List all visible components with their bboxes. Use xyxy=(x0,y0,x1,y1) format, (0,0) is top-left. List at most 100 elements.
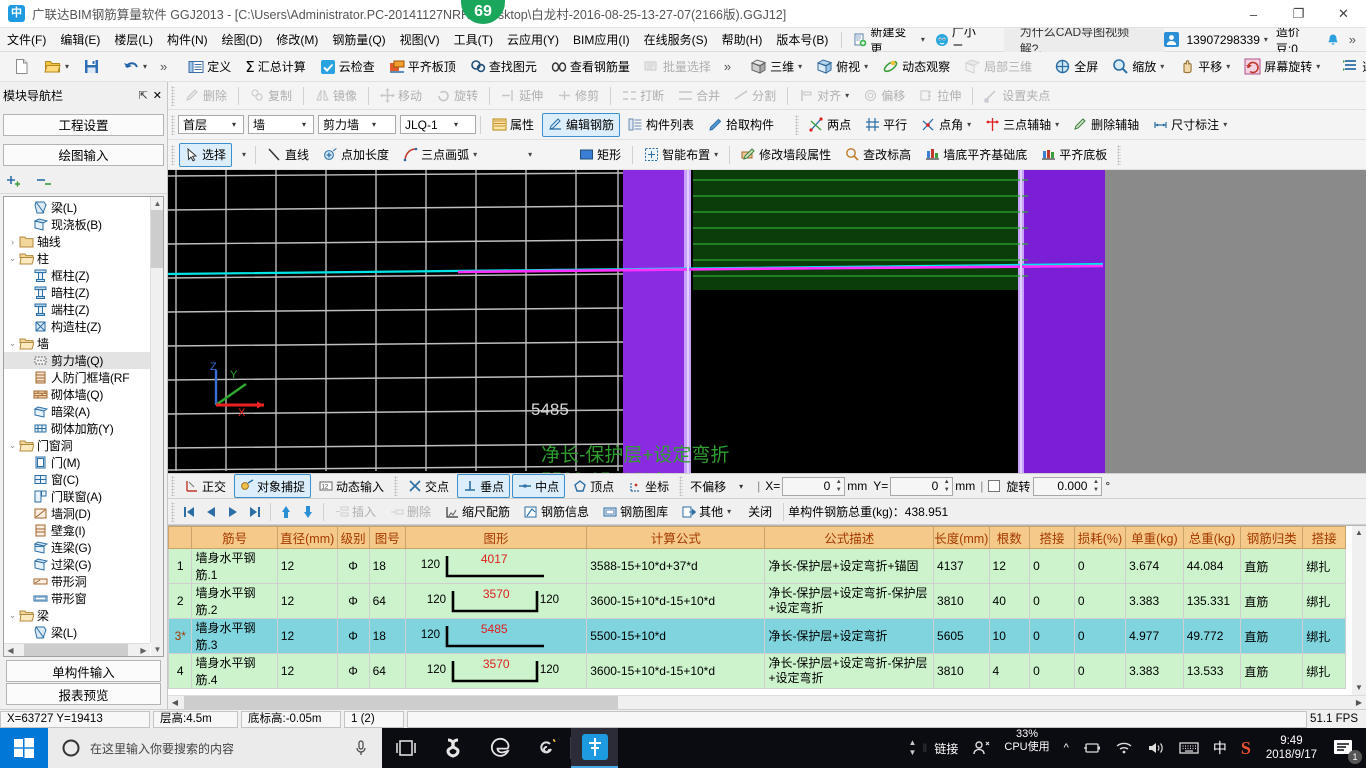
properties-button[interactable]: 属性 xyxy=(486,113,540,137)
cell-total-weight[interactable]: 44.084 xyxy=(1183,549,1241,584)
component-list-button[interactable]: 构件列表 xyxy=(622,113,700,137)
cell-category[interactable]: 直筋 xyxy=(1241,619,1303,654)
move-button[interactable]: 移动 xyxy=(374,84,428,108)
x-spinner-arrows[interactable]: ▲▼ xyxy=(833,478,844,495)
type-select[interactable]: 剪力墙 ▾ xyxy=(318,115,396,134)
three-point-arc-button[interactable]: 三点画弧 ▾ xyxy=(397,143,483,167)
tree-node[interactable]: 剪力墙(Q) xyxy=(4,352,163,369)
cell-loss[interactable]: 0 xyxy=(1074,619,1125,654)
cell-shape-diagram[interactable]: 4017120 xyxy=(405,549,586,584)
align-slab-top-button[interactable]: 平齐板顶 xyxy=(383,55,462,79)
cell-formula[interactable]: 5500-15+10*d xyxy=(587,619,765,654)
taskbar-search[interactable]: 在这里输入你要搜索的内容 xyxy=(48,728,382,768)
set-grip-button[interactable]: 设置夹点 xyxy=(978,84,1056,108)
maximize-button[interactable]: ❐ xyxy=(1276,0,1321,28)
cell-loss[interactable]: 0 xyxy=(1074,584,1125,619)
cell-total-weight[interactable]: 135.331 xyxy=(1183,584,1241,619)
arc-chevron-down-icon[interactable]: ▾ xyxy=(473,150,477,159)
zoom-button[interactable]: 缩放 ▾ xyxy=(1106,55,1170,79)
menu-cloud-app[interactable]: 云应用(Y) xyxy=(500,28,566,52)
mirror-button[interactable]: 镜像 xyxy=(309,84,363,108)
delete-button[interactable]: 删除 xyxy=(179,84,233,108)
cell-figure-no[interactable]: 18 xyxy=(369,549,405,584)
line-tool-button[interactable]: 直线 xyxy=(261,143,315,167)
rotate-input[interactable]: ▲▼ xyxy=(1033,477,1102,496)
category-select[interactable]: 墙 ▾ xyxy=(248,115,314,134)
new-file-button[interactable] xyxy=(7,55,36,79)
three-point-aux-axis-button[interactable]: 三点辅轴 ▾ xyxy=(979,113,1065,137)
remove-node-icon[interactable] xyxy=(36,175,56,189)
tree-node[interactable]: 构造柱(Z) xyxy=(4,318,163,335)
microphone-icon[interactable] xyxy=(340,740,382,756)
cortana-circle-icon[interactable] xyxy=(48,739,90,757)
header-grade[interactable]: 级别 xyxy=(337,527,369,549)
select-tool-button[interactable]: 选择 xyxy=(179,143,232,167)
fullscreen-button[interactable]: 全屏 xyxy=(1048,55,1104,79)
point-angle-button[interactable]: 点角 ▾ xyxy=(915,113,977,137)
menu-view[interactable]: 视图(V) xyxy=(393,28,447,52)
table-scroll-right-arrow[interactable]: ▶ xyxy=(1352,696,1366,709)
three-point-chevron-down-icon[interactable]: ▾ xyxy=(1055,120,1059,129)
cell-unit-weight[interactable]: 4.977 xyxy=(1126,619,1184,654)
minimize-button[interactable]: – xyxy=(1231,0,1276,28)
sum-calc-button[interactable]: Σ 汇总计算 xyxy=(239,55,312,79)
toolbar-overflow-left[interactable]: » xyxy=(154,59,173,74)
x-input[interactable]: ▲▼ xyxy=(782,477,845,496)
report-preview-button[interactable]: 报表预览 xyxy=(6,683,161,705)
ime-indicator[interactable]: 中 xyxy=(1206,728,1234,768)
rebar-info-button[interactable]: 钢筋信息 xyxy=(518,500,595,524)
sidebar-draw-input-button[interactable]: 绘图输入 xyxy=(3,144,164,166)
table-scroll-left-arrow[interactable]: ◀ xyxy=(168,696,182,709)
edit-rebar-button[interactable]: 编辑钢筋 xyxy=(542,113,620,137)
cell-rebar-name[interactable]: 墙身水平钢筋.2 xyxy=(192,584,277,619)
tree-node[interactable]: 梁(L) xyxy=(4,199,163,216)
perpendicular-snap-toggle[interactable]: 垂点 xyxy=(457,474,510,498)
two-point-axis-button[interactable]: 两点 xyxy=(803,113,857,137)
chevron-down-icon[interactable]: ▾ xyxy=(921,35,925,44)
find-element-button[interactable]: 查找图元 xyxy=(464,55,543,79)
table-row[interactable]: 3*墙身水平钢筋.312Φ1854851205500-15+10*d净长-保护层… xyxy=(169,619,1346,654)
tree-node[interactable]: 暗梁(A) xyxy=(4,403,163,420)
header-unit-weight[interactable]: 单重(kg) xyxy=(1126,527,1184,549)
notification-icon[interactable]: 1 xyxy=(1325,728,1366,768)
3d-view-button[interactable]: 三维 ▾ xyxy=(744,55,808,79)
guang-xiao-er-button[interactable]: 广小二 xyxy=(930,28,992,52)
cell-loss[interactable]: 0 xyxy=(1074,654,1125,689)
y-input[interactable]: ▲▼ xyxy=(890,477,953,496)
cortana-spiral-icon[interactable] xyxy=(523,728,570,768)
tree-vertical-scrollbar[interactable]: ▲ ▼ xyxy=(150,197,163,643)
table-vertical-scrollbar[interactable]: ▲ ▼ xyxy=(1352,526,1366,695)
rotate-input-field[interactable] xyxy=(1034,479,1090,493)
stretch-button[interactable]: 拉伸 xyxy=(913,84,967,108)
menu-modify[interactable]: 修改(M) xyxy=(269,28,325,52)
split-button[interactable]: 分割 xyxy=(728,84,782,108)
people-icon[interactable] xyxy=(965,728,997,768)
cell-formula[interactable]: 3600-15+10*d-15+10*d xyxy=(587,584,765,619)
cell-unit-weight[interactable]: 3.383 xyxy=(1126,654,1184,689)
menu-version[interactable]: 版本号(B) xyxy=(769,28,835,52)
single-component-input-button[interactable]: 单构件输入 xyxy=(6,660,161,682)
taskbar-clock[interactable]: 9:49 2018/9/17 xyxy=(1258,734,1325,762)
cell-rebar-name[interactable]: 墙身水平钢筋.4 xyxy=(192,654,277,689)
tree-expander-icon[interactable]: ⌄ xyxy=(6,338,19,349)
draw-grip-2[interactable] xyxy=(1117,145,1121,165)
cell-length[interactable]: 5605 xyxy=(934,619,989,654)
draw-extra-chevron-down-icon[interactable]: ▾ xyxy=(488,150,572,159)
wifi-icon[interactable] xyxy=(1108,728,1140,768)
x-input-field[interactable] xyxy=(783,479,833,493)
tree-node[interactable]: 框柱(Z) xyxy=(4,267,163,284)
offset-mode-select[interactable]: 不偏移 ▾ xyxy=(686,477,752,496)
tree-node[interactable]: 人防门框墙(RF xyxy=(4,369,163,386)
last-record-button[interactable] xyxy=(244,502,266,522)
header-category[interactable]: 钢筋归类 xyxy=(1241,527,1303,549)
header-loss[interactable]: 损耗(%) xyxy=(1074,527,1125,549)
close-panel-button[interactable]: 关闭 xyxy=(739,500,778,524)
cell-figure-no[interactable]: 64 xyxy=(369,654,405,689)
top-view-chevron-down-icon[interactable]: ▾ xyxy=(864,62,868,71)
gld-app-icon[interactable] xyxy=(571,728,618,768)
y-input-field[interactable] xyxy=(891,479,941,493)
tree-node[interactable]: 带形洞 xyxy=(4,573,163,590)
show-hidden-icons-chevron[interactable]: ^ xyxy=(1057,728,1076,768)
rebar-library-button[interactable]: 钢筋图库 xyxy=(597,500,674,524)
offset-chevron-down-icon[interactable]: ▾ xyxy=(734,482,748,491)
